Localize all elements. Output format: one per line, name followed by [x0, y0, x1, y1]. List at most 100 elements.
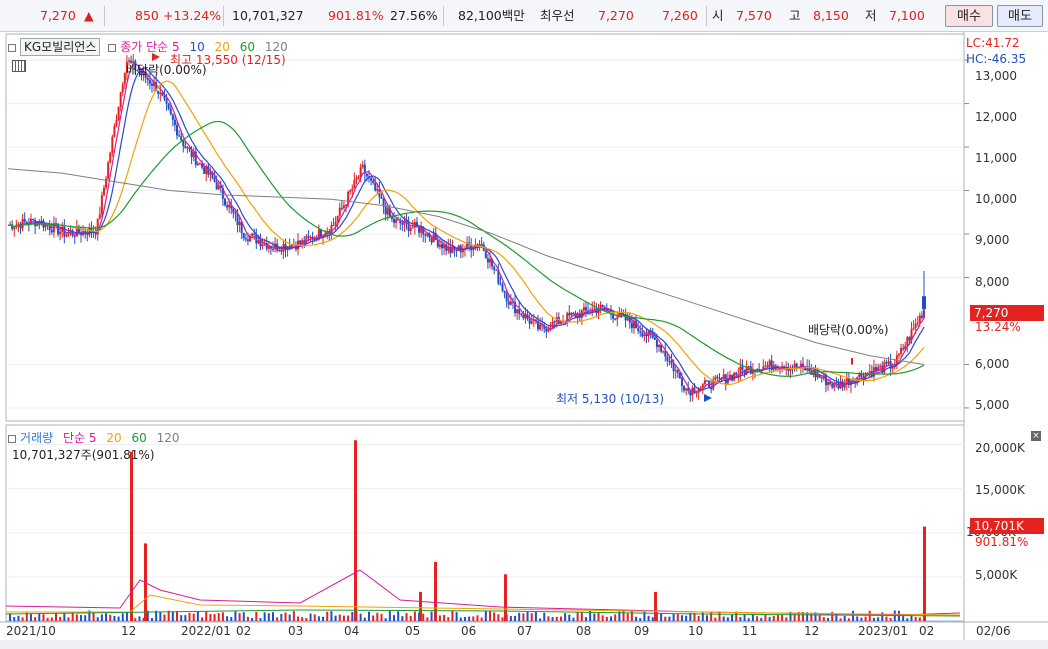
volume-bar [67, 617, 70, 621]
candle-body [67, 233, 70, 235]
x-tick: 2023/01 [858, 624, 908, 638]
candle-body [701, 384, 704, 388]
x-tick: 06 [461, 624, 477, 638]
volume-title: 거래량 [20, 431, 54, 445]
volume-bar [209, 613, 212, 621]
volume-bar [59, 616, 62, 621]
vol-ma-title: 단순 [62, 431, 86, 445]
best-bid-price: 7,260 [662, 8, 698, 23]
volume-bar [697, 615, 700, 621]
high-label: 고 [789, 8, 801, 23]
candle-body [507, 301, 510, 305]
candle-body [267, 246, 270, 249]
candle-body [509, 301, 512, 305]
candle-body [451, 246, 454, 253]
candle-body [213, 178, 216, 182]
candle-body [914, 323, 917, 328]
candle-body [658, 344, 661, 347]
candle-body [372, 180, 375, 183]
volume-bar [238, 613, 241, 621]
candle-body [332, 225, 335, 227]
volume-bar [376, 612, 379, 621]
volume-spike [354, 440, 357, 621]
candle-body [342, 205, 345, 209]
volume-bar [572, 617, 575, 621]
candle-body [370, 177, 373, 181]
volume-spike [130, 451, 133, 621]
candle-body [17, 223, 20, 225]
quote-bar: 7,270 ▲ 850 +13.24% 10,701,327 901.81% 2… [0, 0, 1048, 32]
volume-bar [501, 617, 504, 621]
volume-bar [17, 615, 20, 621]
stock-chart[interactable] [0, 32, 1048, 649]
volume-bar [864, 616, 867, 621]
buy-button[interactable]: 매수 [945, 5, 993, 27]
candle-body [503, 290, 506, 294]
sell-button[interactable]: 매도 [997, 5, 1043, 27]
volume-bar [455, 612, 458, 621]
volume-bar [184, 615, 187, 621]
y-tick: 12,000 [975, 110, 1017, 124]
volume-bar [635, 616, 638, 621]
candle-body [278, 250, 281, 252]
volume-bar [488, 611, 491, 621]
candle-body [361, 164, 364, 168]
y-tick: 10,000 [975, 192, 1017, 206]
candle-body [234, 212, 237, 215]
volume-bar [710, 611, 713, 621]
volume-bar [885, 616, 888, 621]
volume-bar [547, 616, 550, 621]
volume-bar [100, 614, 103, 621]
volume-bar [610, 616, 613, 621]
candle-body [163, 95, 166, 99]
candle-body [735, 372, 738, 375]
candle-body [680, 378, 683, 387]
candle-body [150, 83, 153, 86]
candle-body [662, 351, 665, 353]
candle-body [173, 119, 176, 126]
volume-bar [351, 612, 354, 621]
candle-body [539, 324, 542, 330]
volume-bar [518, 612, 521, 621]
candle-body [374, 182, 377, 191]
ma-toggle-icon[interactable] [108, 43, 117, 52]
candle-body [601, 304, 604, 307]
candle-body [226, 205, 229, 208]
candle-body [616, 317, 619, 320]
volume-bar [84, 615, 87, 621]
candle-body [365, 173, 368, 177]
stock-name[interactable]: KG모빌리언스 [20, 38, 101, 56]
panel-toggle-icon[interactable] [8, 43, 16, 52]
grid-table-icon[interactable] [12, 60, 26, 72]
volume-bar [593, 613, 596, 621]
volume-bar [906, 618, 909, 621]
volume-bar [459, 617, 462, 621]
volume-bar [555, 616, 558, 621]
candle-body [505, 293, 508, 302]
candle-body [215, 181, 218, 190]
candle-body [59, 231, 62, 235]
candle-body [495, 269, 498, 271]
volume-bar [363, 617, 366, 621]
candle-body [685, 388, 688, 391]
low-label: 저 [865, 8, 877, 23]
close-icon[interactable]: × [1031, 431, 1041, 441]
candle-body [309, 236, 312, 238]
volume-bar [217, 613, 220, 621]
candle-body [676, 370, 679, 373]
volume-bar [221, 612, 224, 621]
volume-bar [680, 615, 683, 621]
candle-body [32, 218, 35, 220]
candle-body [653, 337, 656, 340]
candle-body [501, 284, 504, 291]
volume-bar [42, 614, 45, 621]
volume-bar [163, 614, 166, 621]
volume-bar [297, 616, 300, 621]
turnover-rate: 27.56% [390, 8, 438, 23]
volume-bar [781, 614, 784, 621]
panel-toggle-icon[interactable] [8, 434, 16, 443]
vol-ma-20: 20 [106, 431, 122, 445]
volume-bar [584, 617, 587, 621]
volume-bar [918, 617, 921, 621]
volume-bar [150, 617, 153, 621]
